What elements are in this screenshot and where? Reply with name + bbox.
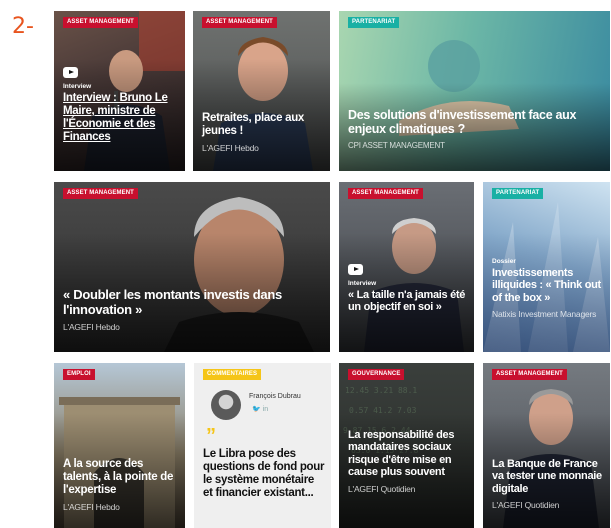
card-source: L'AGEFI Hebdo xyxy=(202,142,259,153)
card-title: Interview : Bruno Le Maire, ministre de … xyxy=(63,92,168,143)
category-tag: PARTENARIAT xyxy=(492,188,544,199)
card-interview-le-maire[interactable]: ASSET MANAGEMENT Interview Interview : B… xyxy=(54,11,185,171)
card-source-talents[interactable]: EMPLOI A la source des talents, à la poi… xyxy=(54,363,185,528)
card-libra-commentaire[interactable]: COMMENTAIRES François Dubrau 🐦 in ” Le L… xyxy=(194,363,331,528)
play-icon xyxy=(348,264,363,275)
category-tag: PARTENARIAT xyxy=(348,17,400,28)
card-title: La responsabilité des mandataires sociau… xyxy=(348,429,455,479)
card-title: « La taille n'a jamais été un objectif e… xyxy=(348,289,466,314)
card-title: « Doubler les montants investis dans l'i… xyxy=(63,287,282,317)
kicker: Dossier xyxy=(492,258,516,265)
card-title: Des solutions d'investissement face aux … xyxy=(348,108,577,137)
card-source: L'AGEFI Quotidien xyxy=(348,483,416,494)
card-title: Investissements illiquides : « Think out… xyxy=(492,267,601,304)
category-tag: ASSET MANAGEMENT xyxy=(63,188,138,199)
svg-text:12.45 3.21 88.1: 12.45 3.21 88.1 xyxy=(345,386,417,395)
card-title: A la source des talents, à la pointe de … xyxy=(63,458,174,496)
card-source: L'AGEFI Quotidien xyxy=(492,500,560,511)
social-icons: 🐦 in xyxy=(252,406,269,413)
avatar xyxy=(211,390,241,420)
card-banque-de-france[interactable]: ASSET MANAGEMENT La Banque de France va … xyxy=(483,363,610,528)
card-solutions-climatiques[interactable]: PARTENARIAT Des solutions d'investisseme… xyxy=(339,11,610,171)
card-la-taille[interactable]: ASSET MANAGEMENT Interview « La taille n… xyxy=(339,182,474,352)
author-name: François Dubrau xyxy=(249,393,301,400)
category-tag: COMMENTAIRES xyxy=(203,369,262,380)
card-doubler-montants[interactable]: ASSET MANAGEMENT « Doubler les montants … xyxy=(54,182,330,352)
category-tag: EMPLOI xyxy=(63,369,95,380)
card-retraites[interactable]: ASSET MANAGEMENT Retraites, place aux je… xyxy=(193,11,330,171)
card-source: CPI ASSET MANAGEMENT xyxy=(348,141,445,151)
category-tag: ASSET MANAGEMENT xyxy=(63,17,138,28)
quote-icon: ” xyxy=(206,425,216,447)
card-source: L'AGEFI Hebdo xyxy=(63,501,120,512)
card-title: La Banque de France va tester une monnai… xyxy=(492,458,602,495)
play-icon xyxy=(63,67,78,78)
card-title: Retraites, place aux jeunes ! xyxy=(202,112,305,137)
category-tag: ASSET MANAGEMENT xyxy=(348,188,423,199)
step-label: 2- xyxy=(12,14,34,39)
kicker: Interview xyxy=(63,83,92,90)
card-source: Natixis Investment Managers xyxy=(492,309,597,320)
card-investissements-illiquides[interactable]: PARTENARIAT Dossier Investissements illi… xyxy=(483,182,610,352)
kicker: Interview xyxy=(348,280,377,287)
category-tag: ASSET MANAGEMENT xyxy=(202,17,277,28)
category-tag: ASSET MANAGEMENT xyxy=(492,369,567,380)
card-responsabilite-mandataires[interactable]: 12.45 3.21 88.1 0.57 41.2 7.03 9.87 15.6… xyxy=(339,363,474,528)
category-tag: GOUVERNANCE xyxy=(348,369,405,380)
card-source: L'AGEFI Hebdo xyxy=(63,322,120,333)
card-title: Le Libra pose des questions de fond pour… xyxy=(203,448,325,499)
